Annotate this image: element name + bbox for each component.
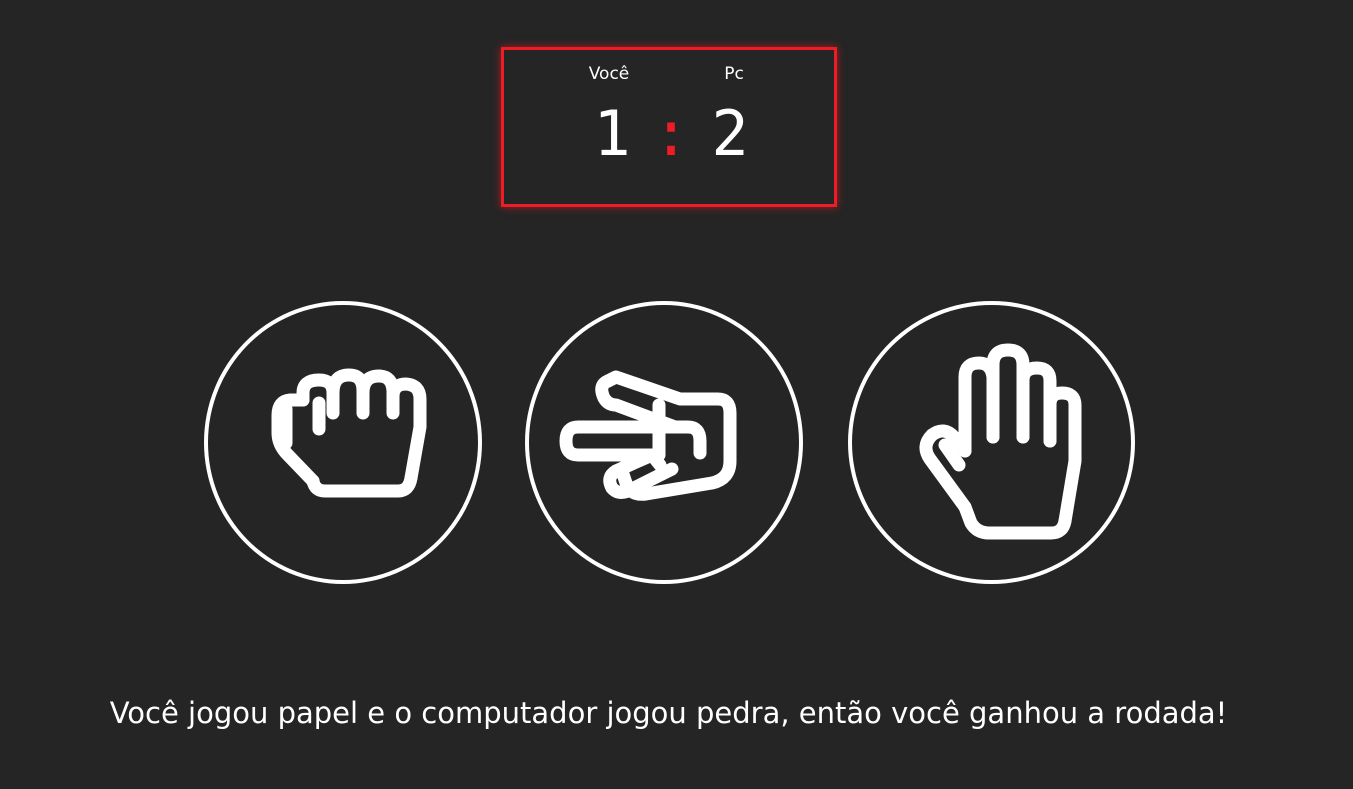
score-separator: :: [652, 97, 690, 170]
scissors-hand-icon: [559, 370, 737, 501]
fist-icon: [271, 368, 427, 497]
player-label: Você: [588, 64, 630, 84]
round-result-message: Você jogou papel e o computador jogou pe…: [109, 696, 1228, 730]
score-row: 1 : 2: [504, 94, 834, 174]
paper-button[interactable]: [848, 301, 1135, 584]
computer-label: Pc: [724, 64, 744, 84]
player-score: 1: [593, 97, 631, 170]
computer-score: 2: [711, 97, 749, 170]
scissors-button[interactable]: [525, 301, 803, 584]
open-hand-icon: [919, 343, 1081, 539]
game-stage: Você Pc 1 : 2 Você jogou papel e o compu…: [0, 0, 1353, 789]
rock-button[interactable]: [204, 301, 482, 584]
scoreboard: Você Pc 1 : 2: [501, 47, 837, 207]
